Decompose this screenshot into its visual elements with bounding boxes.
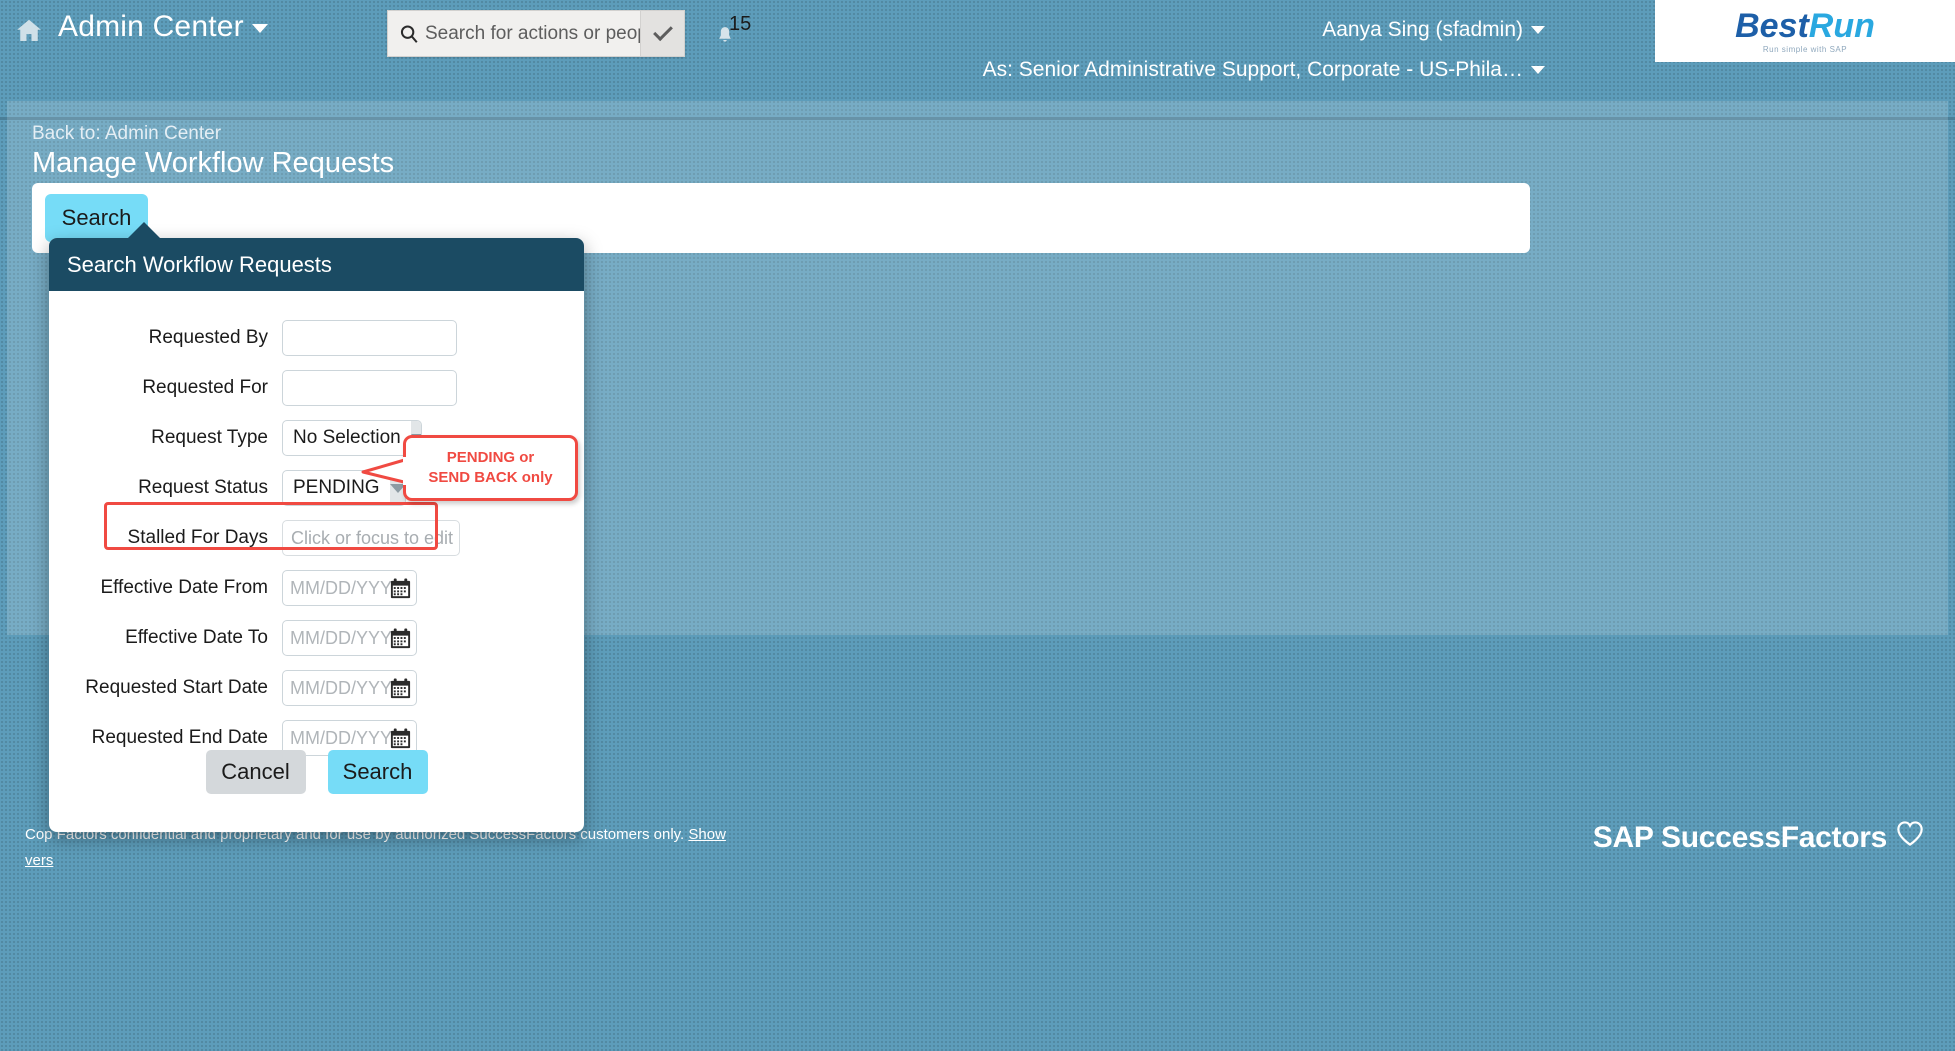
bestrun-logo-tagline: Run simple with SAP (1762, 44, 1848, 54)
admin-center-menu[interactable]: Admin Center (58, 10, 268, 44)
dialog-header: Search Workflow Requests (49, 238, 584, 291)
label-requested-end-date: Requested End Date (91, 727, 268, 748)
label-request-type: Request Type (151, 427, 268, 448)
user-name-label: Aanya Sing (sfadmin) (1322, 18, 1523, 41)
dialog-pointer-arrow (127, 222, 161, 239)
label-requested-start-date: Requested Start Date (85, 677, 268, 698)
chevron-down-icon (652, 20, 673, 41)
requested-for-input[interactable] (282, 370, 457, 406)
form-row-requested-by: Requested By (49, 313, 584, 363)
notification-count-badge: 15 (729, 13, 752, 35)
label-request-status: Request Status (138, 477, 268, 498)
annotation-callout: PENDING or SEND BACK only (361, 435, 578, 501)
form-row-requested-for: Requested For (49, 363, 584, 413)
annotation-line-1: PENDING or (446, 449, 535, 466)
form-row-effective-date-to: Effective Date To MM/DD/YYYY (49, 613, 584, 663)
requested-start-date-placeholder: MM/DD/YYYY (290, 677, 405, 698)
chevron-down-icon (251, 23, 268, 33)
page-title: Manage Workflow Requests (32, 147, 395, 179)
dialog-buttons: Cancel Search (49, 750, 584, 794)
form-row-effective-date-from: Effective Date From MM/DD/YYYY (49, 563, 584, 613)
search-icon (398, 23, 420, 45)
global-search-box[interactable]: Search for actions or people (387, 10, 685, 57)
back-to-admin-center-link[interactable]: Back to: Admin Center (32, 123, 221, 145)
cancel-button[interactable]: Cancel (205, 750, 306, 794)
admin-center-label: Admin Center (58, 10, 244, 43)
label-effective-date-to: Effective Date To (125, 627, 268, 648)
label-requested-by: Requested By (148, 327, 268, 348)
request-type-value: No Selection (293, 427, 401, 448)
effective-date-to-input[interactable]: MM/DD/YYYY (282, 620, 417, 656)
footer-version-link[interactable]: vers (25, 852, 53, 869)
requested-by-input[interactable] (282, 320, 457, 356)
effective-date-to-placeholder: MM/DD/YYYY (290, 627, 405, 648)
bestrun-logo: BestRun Run simple with SAP (1655, 0, 1955, 62)
chevron-down-icon (1531, 26, 1545, 35)
search-dropdown-button[interactable] (640, 11, 684, 56)
form-row-stalled-for-days: Stalled For Days Click or focus to edit (49, 513, 584, 563)
callout-tail (361, 457, 409, 485)
annotation-line-2: SEND BACK only (428, 469, 553, 486)
requested-end-date-placeholder: MM/DD/YYYY (290, 727, 405, 748)
label-effective-date-from: Effective Date From (100, 577, 268, 598)
app-root: Admin Center Search for actions or peopl… (0, 0, 1955, 1051)
global-search-placeholder: Search for actions or people (425, 22, 663, 44)
search-button[interactable]: Search (327, 750, 428, 794)
user-menu[interactable]: Aanya Sing (sfadmin) (1322, 18, 1545, 42)
calendar-icon[interactable] (389, 577, 412, 605)
stalled-for-days-input[interactable]: Click or focus to edit (282, 520, 460, 556)
calendar-icon[interactable] (389, 627, 412, 655)
request-type-select[interactable]: No Selection (282, 420, 422, 456)
heart-icon (1895, 820, 1925, 855)
dialog-body: Requested By Requested For Request Type … (49, 291, 584, 763)
label-stalled-for-days: Stalled For Days (127, 527, 268, 548)
home-icon[interactable] (14, 16, 44, 46)
sap-successfactors-logo-text: SAP SuccessFactors (1592, 820, 1888, 854)
effective-date-from-input[interactable]: MM/DD/YYYY (282, 570, 417, 606)
search-workflow-requests-dialog: Search Workflow Requests Requested By Re… (49, 222, 584, 832)
bestrun-logo-text: BestRun (1735, 9, 1875, 43)
calendar-icon[interactable] (389, 677, 412, 705)
chevron-down-icon (1531, 66, 1545, 75)
bestrun-logo-best: Best (1735, 6, 1809, 45)
user-role-label: As: Senior Administrative Support, Corpo… (982, 58, 1523, 81)
form-row-requested-start-date: Requested Start Date MM/DD/YYYY (49, 663, 584, 713)
label-requested-for: Requested For (142, 377, 268, 398)
requested-start-date-input[interactable]: MM/DD/YYYY (282, 670, 417, 706)
dialog-title: Search Workflow Requests (67, 251, 332, 277)
annotation-callout-text: PENDING or SEND BACK only (428, 448, 552, 488)
user-role-menu[interactable]: As: Senior Administrative Support, Corpo… (983, 58, 1545, 82)
effective-date-from-placeholder: MM/DD/YYYY (290, 577, 405, 598)
footer-show-link[interactable]: Show (688, 826, 726, 843)
bestrun-logo-run: Run (1808, 6, 1875, 45)
sap-successfactors-logo: SAP SuccessFactors (1593, 820, 1925, 855)
